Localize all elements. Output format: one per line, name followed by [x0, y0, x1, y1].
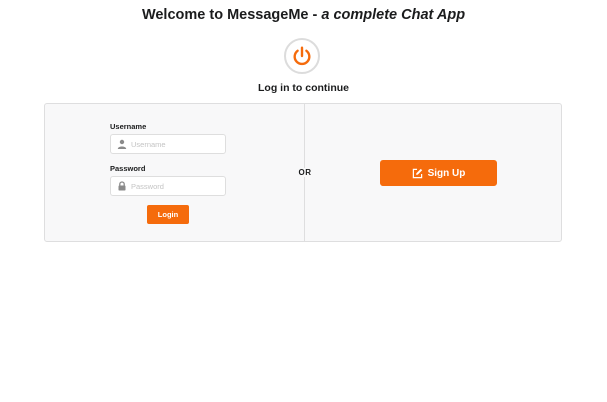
edit-icon	[412, 168, 422, 178]
password-field[interactable]	[110, 176, 226, 196]
username-field[interactable]	[110, 134, 226, 154]
lock-icon	[118, 181, 126, 191]
login-button[interactable]: Login	[147, 205, 189, 224]
login-subheading: Log in to continue	[258, 82, 349, 94]
signup-button[interactable]: Sign Up	[380, 160, 497, 186]
page-title: Welcome to MessageMe - a complete Chat A…	[0, 7, 607, 23]
or-divider-label: OR	[294, 168, 316, 177]
title-text: Welcome to MessageMe -	[141, 7, 322, 23]
title-subtitle: a complete Chat App	[321, 7, 466, 23]
username-label: Username	[110, 122, 147, 131]
password-label: Password	[110, 164, 146, 173]
page: Welcome to MessageMe - a complete Chat A…	[0, 0, 607, 402]
username-input[interactable]	[131, 135, 223, 153]
power-icon-circle	[284, 38, 320, 74]
signup-label: Sign Up	[427, 167, 466, 179]
user-icon	[117, 139, 127, 149]
power-icon	[293, 46, 311, 66]
password-input[interactable]	[131, 177, 223, 195]
login-segment: Username Password Login OR Sign Up	[44, 103, 562, 242]
